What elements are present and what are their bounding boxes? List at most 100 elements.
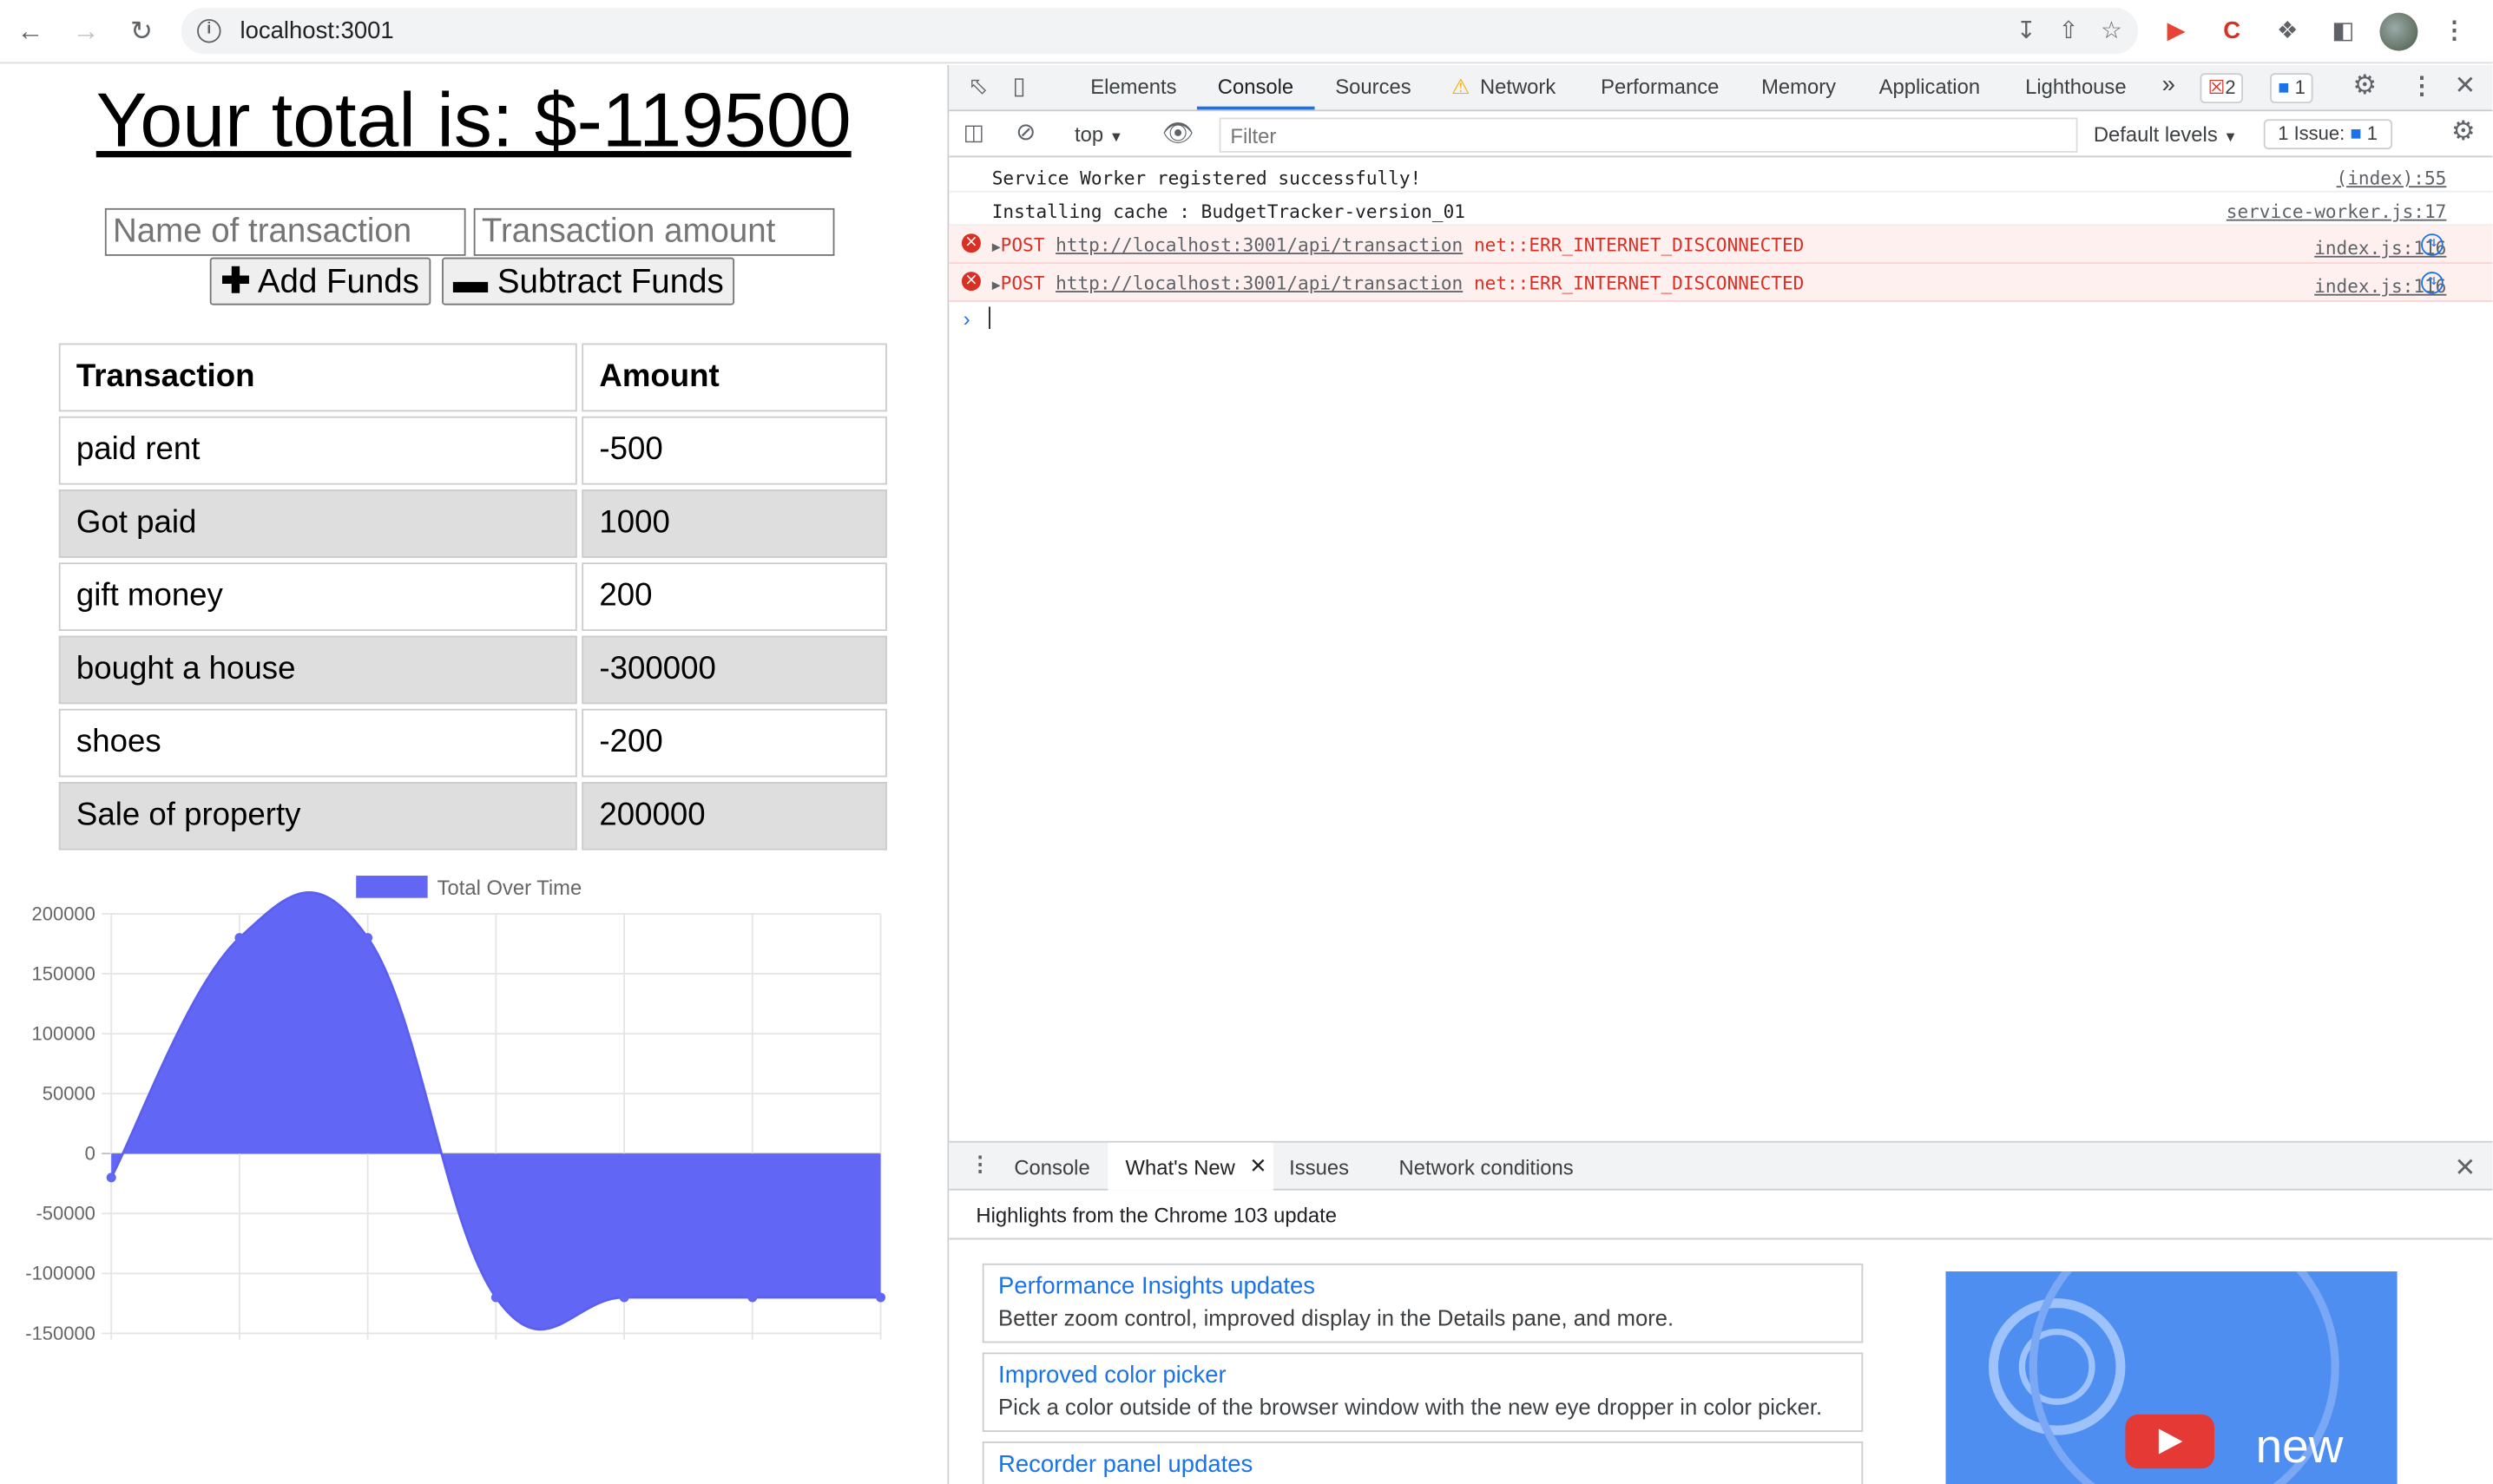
drawer-menu-icon[interactable]: ⋮ — [970, 1152, 990, 1178]
message-icon: ■ — [2278, 76, 2290, 99]
console-settings-icon[interactable]: ⚙ — [2451, 116, 2476, 148]
close-tab-icon[interactable]: ✕ — [1249, 1154, 1266, 1179]
drawer-tab-bar: ⋮ Console What's New ✕ Issues Network co… — [949, 1142, 2493, 1191]
log-levels-dropdown[interactable]: Default levels ▼ — [2094, 122, 2238, 146]
y-tick-label: 50000 — [43, 1083, 95, 1105]
console-source-link[interactable]: (index):55 — [2337, 167, 2447, 189]
data-point — [490, 1292, 501, 1303]
more-tabs-icon[interactable]: » — [2162, 71, 2175, 98]
card-title[interactable]: Performance Insights updates — [998, 1273, 1847, 1300]
subtract-funds-button[interactable]: ▬ Subtract Funds — [442, 257, 735, 305]
console-error-text[interactable]: ▶POST http://localhost:3001/api/transact… — [992, 272, 1805, 294]
whats-new-card[interactable]: Improved color picker Pick a color outsi… — [982, 1352, 1864, 1433]
address-bar[interactable]: i localhost:3001 ↧ ⇧ ☆ — [181, 8, 2139, 55]
plus-icon: ✚ — [220, 260, 251, 301]
console-message-text: Installing cache : BudgetTracker-version… — [991, 200, 1465, 223]
drawer-tab-network-conditions[interactable]: Network conditions — [1399, 1155, 1574, 1179]
side-panel-icon[interactable]: ◧ — [2325, 14, 2360, 49]
device-toolbar-icon[interactable]: ▯ — [1013, 71, 1026, 100]
data-point — [234, 933, 245, 943]
network-request-icon[interactable]: ⇅ — [2421, 233, 2444, 256]
add-funds-label: Add Funds — [257, 263, 419, 301]
subtract-funds-label: Subtract Funds — [497, 263, 724, 301]
console-message: Service Worker registered successfully! … — [949, 159, 2493, 193]
network-request-icon[interactable]: ⇅ — [2421, 272, 2444, 294]
sidebar-toggle-icon[interactable]: ◫ — [964, 119, 984, 146]
whats-new-card[interactable]: Performance Insights updates Better zoom… — [982, 1263, 1864, 1343]
extension-icon[interactable]: ▶ — [2159, 14, 2194, 49]
data-point — [747, 1292, 758, 1303]
eye-icon[interactable]: 👁 — [1162, 118, 1194, 150]
thumbnail-text: new — [2255, 1421, 2344, 1474]
error-code: net::ERR_INTERNET_DISCONNECTED — [1473, 272, 1805, 294]
tab-console[interactable]: Console — [1218, 75, 1293, 98]
add-funds-button[interactable]: ✚ Add Funds — [209, 257, 431, 305]
devtools-drawer: ⋮ Console What's New ✕ Issues Network co… — [949, 1140, 2493, 1484]
transaction-name-input[interactable] — [104, 207, 466, 256]
extension-c-icon[interactable]: C — [2214, 14, 2249, 49]
active-tab-indicator — [1196, 106, 1315, 110]
tab-network[interactable]: Network — [1480, 75, 1556, 98]
transaction-amount-input[interactable] — [473, 207, 835, 256]
context-selector[interactable]: top ▼ — [1075, 122, 1123, 146]
message-count: 1 — [2294, 76, 2306, 99]
forward-icon[interactable]: → — [67, 13, 105, 51]
devtools-menu-icon[interactable]: ⋮ — [2410, 71, 2433, 100]
tab-sources[interactable]: Sources — [1335, 75, 1411, 98]
back-icon[interactable]: ← — [11, 13, 49, 51]
y-tick-label: 100000 — [32, 1022, 95, 1044]
table-header-row: Transaction Amount — [58, 343, 887, 412]
tab-elements[interactable]: Elements — [1090, 75, 1176, 98]
error-url-link[interactable]: http://localhost:3001/api/transaction — [1056, 233, 1463, 256]
card-description: Better zoom control, improved display in… — [998, 1304, 1674, 1330]
drawer-tab-console[interactable]: Console — [1014, 1155, 1089, 1179]
devtools-panel: ⬁ ▯ Elements Console Sources ⚠ Network P… — [947, 65, 2493, 1484]
y-tick-label: -100000 — [25, 1263, 95, 1284]
card-title[interactable]: Improved color picker — [998, 1362, 1847, 1389]
tab-memory[interactable]: Memory — [1761, 75, 1836, 98]
console-error-text[interactable]: ▶POST http://localhost:3001/api/transact… — [992, 233, 1805, 256]
error-count-badge[interactable]: ☒2 — [2200, 73, 2244, 104]
y-tick-label: -50000 — [36, 1203, 95, 1225]
error-method: POST — [1000, 272, 1045, 294]
error-url-link[interactable]: http://localhost:3001/api/transaction — [1056, 272, 1463, 294]
menu-icon[interactable]: ⋮ — [2437, 14, 2471, 49]
avatar[interactable] — [2379, 12, 2418, 51]
data-point — [619, 1292, 629, 1303]
error-icon: ☒ — [2207, 76, 2226, 99]
transaction-name-cell: Got paid — [58, 489, 577, 558]
whats-new-card[interactable]: Recorder panel updates — [982, 1441, 1864, 1484]
clear-console-icon[interactable]: ⊘ — [1016, 118, 1036, 146]
dropdown-arrow-icon: ▼ — [2223, 128, 2238, 145]
reload-icon[interactable]: ↻ — [122, 13, 161, 51]
total-over-time-chart: 200000 150000 100000 50000 0 -50000 -100000 -15… — [25, 876, 886, 1340]
transaction-name-cell: paid rent — [58, 416, 577, 485]
table-row: bought a house -300000 — [58, 635, 887, 705]
message-count-badge[interactable]: ■ 1 — [2270, 73, 2314, 104]
close-devtools-icon[interactable]: ✕ — [2455, 70, 2477, 102]
card-title[interactable]: Recorder panel updates — [998, 1451, 1847, 1478]
bookmark-star-icon[interactable]: ☆ — [2101, 16, 2122, 44]
drawer-tab-whats-new[interactable]: What's New — [1126, 1155, 1235, 1179]
settings-gear-icon[interactable]: ⚙ — [2352, 70, 2377, 102]
share-icon[interactable]: ⇧ — [2058, 16, 2078, 44]
error-method: POST — [1000, 233, 1045, 256]
y-tick-label: 0 — [85, 1143, 95, 1165]
console-message-text: Service Worker registered successfully! — [991, 167, 1422, 189]
install-icon[interactable]: ↧ — [2016, 16, 2036, 44]
info-icon[interactable]: i — [197, 18, 221, 43]
context-label: top — [1074, 122, 1104, 147]
tab-application[interactable]: Application — [1879, 75, 1980, 98]
console-input[interactable] — [989, 306, 990, 330]
whats-new-video-thumbnail[interactable]: new — [1945, 1271, 2398, 1484]
close-drawer-icon[interactable]: ✕ — [2455, 1152, 2477, 1185]
console-source-link[interactable]: service-worker.js:17 — [2227, 200, 2447, 223]
inspect-icon[interactable]: ⬁ — [968, 71, 988, 100]
console-filter-input[interactable] — [1219, 117, 2078, 153]
tab-performance[interactable]: Performance — [1601, 75, 1719, 98]
error-count: 2 — [2225, 76, 2236, 99]
tab-lighthouse[interactable]: Lighthouse — [2025, 75, 2127, 98]
drawer-tab-issues[interactable]: Issues — [1289, 1155, 1349, 1179]
issues-button[interactable]: 1 Issue: ■ 1 — [2263, 119, 2392, 150]
puzzle-icon[interactable]: ❖ — [2270, 14, 2305, 49]
